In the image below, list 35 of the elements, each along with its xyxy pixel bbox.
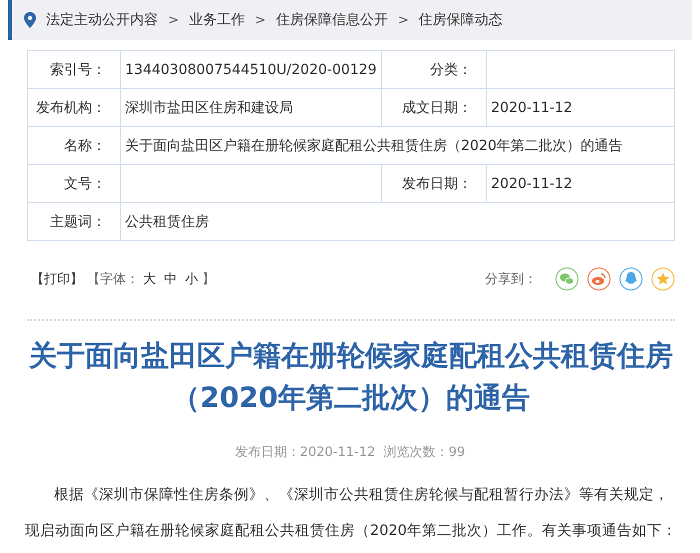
breadcrumb-separator: > bbox=[168, 12, 179, 28]
article-paragraph: 根据《深圳市保障性住房条例》、《深圳市公共租赁住房轮候与配租暂行办法》等有关规定，现启动面向区户籍在册轮候家庭配租公共租赁住房（2020年第二批次）工作。有关事项通告如下： bbox=[25, 486, 678, 541]
print-link[interactable]: 【打印】 bbox=[31, 270, 83, 288]
field-label: 分类： bbox=[382, 50, 486, 88]
field-label: 发布日期： bbox=[382, 164, 486, 202]
field-value: 关于面向盐田区户籍在册轮候家庭配租公共租赁住房（2020年第二批次）的通告 bbox=[120, 126, 674, 164]
breadcrumb-link[interactable]: 住房保障信息公开 bbox=[276, 11, 388, 29]
font-size-label: 【字体： bbox=[87, 271, 139, 288]
breadcrumb-separator: > bbox=[254, 12, 266, 28]
bracket-text: 】 bbox=[202, 271, 215, 288]
field-value: 13440308007544510U/2020-00129 bbox=[120, 50, 382, 88]
breadcrumb-link[interactable]: 住房保障动态 bbox=[418, 11, 503, 29]
font-size-link[interactable]: 中 bbox=[164, 270, 177, 288]
article-title: 关于面向盐田区户籍在册轮候家庭配租公共租赁住房（2020年第二批次）的通告 bbox=[28, 338, 674, 416]
font-size-link[interactable]: 小 bbox=[185, 270, 198, 288]
field-value: 2020-11-12 bbox=[486, 164, 674, 202]
field-label: 发布机构： bbox=[28, 88, 120, 126]
breadcrumb-link[interactable]: 法定主动公开内容 bbox=[46, 11, 158, 29]
penguin-icon[interactable] bbox=[619, 267, 643, 291]
location-pin-icon bbox=[24, 12, 36, 28]
swirl-icon[interactable] bbox=[587, 267, 611, 291]
field-label: 成文日期： bbox=[382, 88, 486, 126]
breadcrumb-link[interactable]: 业务工作 bbox=[188, 11, 245, 29]
field-value: 2020-11-12 bbox=[486, 88, 674, 126]
breadcrumb-separator: > bbox=[398, 12, 409, 28]
font-size-link[interactable]: 大 bbox=[143, 270, 156, 288]
share-label: 分享到： bbox=[485, 271, 537, 288]
field-label: 文号： bbox=[28, 164, 120, 202]
field-label: 主题词： bbox=[28, 202, 120, 240]
field-label: 索引号： bbox=[28, 50, 120, 88]
field-value: 公共租赁住房 bbox=[120, 202, 674, 240]
speech-bubbles-icon[interactable] bbox=[555, 267, 579, 291]
field-label: 名称： bbox=[28, 126, 120, 164]
article-meta: 发布日期：2020-11-12 浏览次数：99 bbox=[234, 444, 466, 461]
field-value: 深圳市盐田区住房和建设局 bbox=[120, 88, 382, 126]
